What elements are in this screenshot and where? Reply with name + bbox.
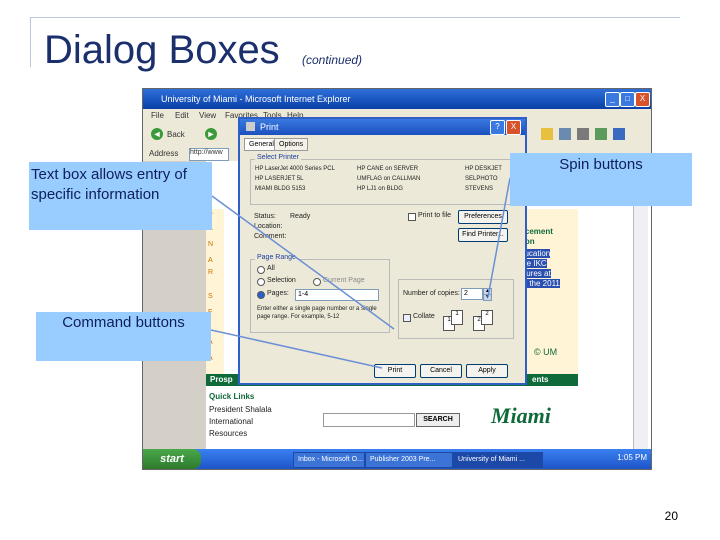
slide-page-number: 20: [664, 509, 678, 523]
callout-lines: [210, 177, 511, 369]
command-callout-line: [210, 329, 383, 369]
text-box-callout: Text box allows entry of specific inform…: [29, 162, 212, 230]
spin-callout-line: [487, 177, 511, 298]
command-buttons-callout: Command buttons: [36, 312, 211, 361]
text-box-callout-line: [211, 195, 395, 330]
spin-buttons-callout: Spin buttons: [510, 153, 692, 206]
